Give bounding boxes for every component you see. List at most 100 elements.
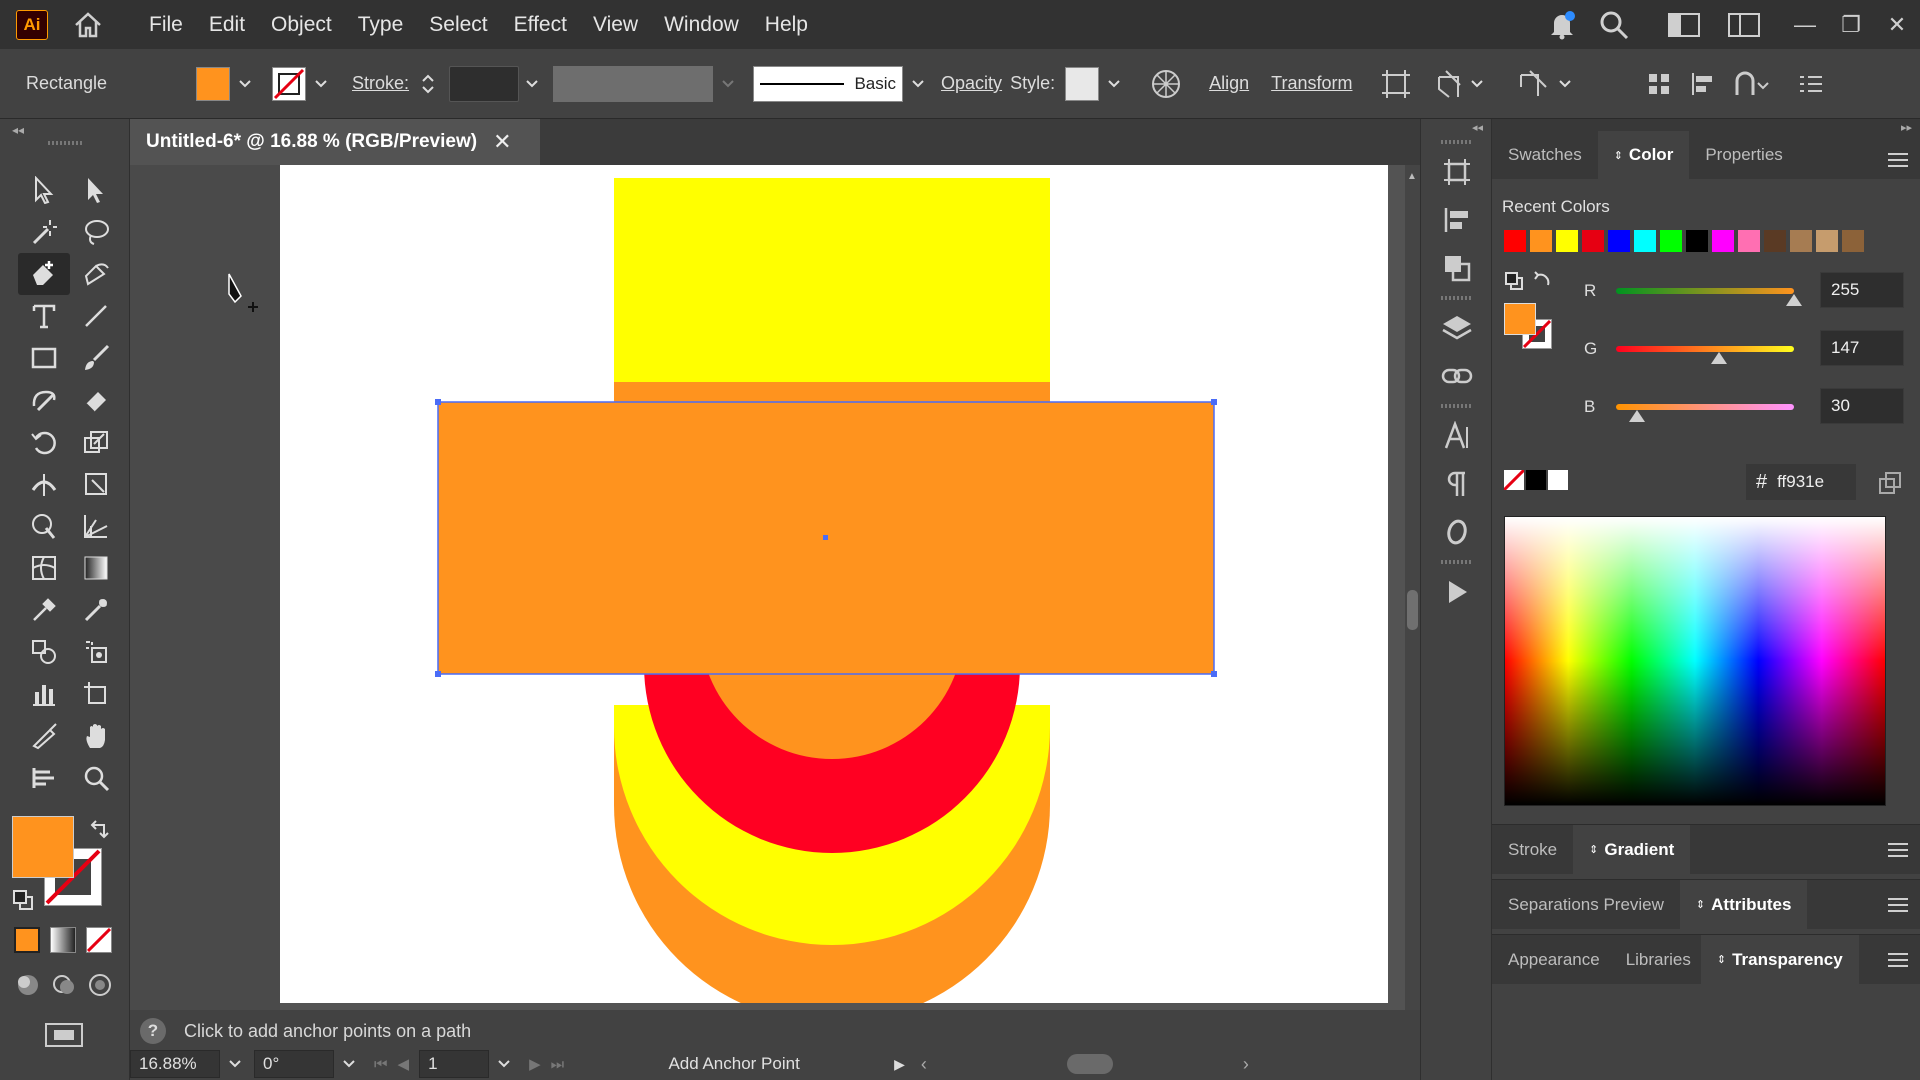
fill-swatch[interactable]: [196, 66, 230, 101]
opentype-panel-icon[interactable]: [1421, 508, 1493, 556]
tab-color[interactable]: ⇕ Color: [1597, 131, 1690, 179]
stroke-weight-dropdown-icon[interactable]: [523, 75, 541, 93]
recent-color-swatch[interactable]: [1790, 230, 1812, 252]
default-fill-stroke-icon[interactable]: [12, 889, 34, 916]
app-logo[interactable]: Ai: [16, 9, 48, 40]
recent-color-swatch[interactable]: [1816, 230, 1838, 252]
none-mode-icon[interactable]: [86, 927, 112, 953]
close-window-button[interactable]: ✕: [1874, 5, 1920, 45]
panel-menu-icon[interactable]: [1888, 153, 1908, 167]
align-panel-icon[interactable]: [1421, 196, 1493, 244]
expand-dock-icon[interactable]: ◂◂: [1421, 119, 1491, 136]
symbol-sprayer-tool-icon[interactable]: [70, 631, 122, 673]
actions-panel-icon[interactable]: [1421, 568, 1493, 616]
tab-transparency[interactable]: ⇕ Transparency: [1700, 934, 1859, 985]
print-tiling-tool-icon[interactable]: [18, 757, 70, 799]
recent-color-swatch[interactable]: [1842, 230, 1864, 252]
mini-default-colors-icon[interactable]: [1504, 271, 1524, 296]
opacity-link[interactable]: Opacity: [941, 73, 1002, 94]
isolate-selected-icon[interactable]: [1380, 68, 1412, 100]
style-dropdown-icon[interactable]: [1105, 75, 1123, 93]
notification-bell-icon[interactable]: [1542, 5, 1582, 45]
recent-color-swatch[interactable]: [1738, 230, 1760, 252]
character-panel-icon[interactable]: [1421, 412, 1493, 460]
artboard[interactable]: [280, 165, 1388, 1003]
b-value-field[interactable]: 30: [1820, 388, 1904, 424]
rotation-field[interactable]: 0°: [254, 1050, 334, 1078]
profile-dropdown-icon[interactable]: [719, 75, 737, 93]
minimize-button[interactable]: —: [1782, 5, 1828, 45]
curvature-tool-icon[interactable]: [70, 253, 122, 295]
horizontal-scroll-thumb[interactable]: [1066, 1054, 1113, 1074]
draw-behind-icon[interactable]: [50, 972, 78, 1003]
panel-fill-box[interactable]: [1504, 303, 1536, 335]
g-slider-track[interactable]: [1616, 346, 1794, 352]
selection-tool-icon[interactable]: [18, 169, 70, 211]
stroke-swatch[interactable]: [272, 66, 306, 101]
search-icon[interactable]: [1594, 5, 1634, 45]
draw-normal-icon[interactable]: [14, 972, 42, 1003]
collapse-panels-icon[interactable]: ▸▸: [1901, 121, 1912, 134]
r-slider-track[interactable]: [1616, 288, 1794, 294]
recent-color-swatch[interactable]: [1660, 230, 1682, 252]
fill-color-box-front[interactable]: [12, 816, 74, 878]
zoom-tool-icon[interactable]: [70, 757, 122, 799]
hand-tool-icon[interactable]: [70, 715, 122, 757]
rotate-tool-icon[interactable]: [18, 421, 70, 463]
mesh-tool-icon[interactable]: [18, 547, 70, 589]
links-panel-icon[interactable]: [1421, 352, 1493, 400]
scroll-up-icon[interactable]: ▲: [1407, 171, 1417, 182]
brush-dropdown-icon[interactable]: [909, 75, 927, 93]
menu-type[interactable]: Type: [345, 0, 417, 49]
collapse-toolbar-icon[interactable]: ◂◂: [12, 123, 24, 137]
tab-libraries[interactable]: Libraries: [1616, 935, 1701, 985]
gradient-mode-icon[interactable]: [50, 927, 76, 953]
zoom-field[interactable]: 16.88%: [130, 1050, 220, 1078]
paintbrush-tool-icon[interactable]: [70, 337, 122, 379]
menu-window[interactable]: Window: [651, 0, 752, 49]
vertical-scrollbar[interactable]: ▲ ▼: [1405, 165, 1420, 1045]
first-artboard-icon[interactable]: ⏮: [374, 1056, 388, 1073]
artboard-number-field[interactable]: 1: [419, 1050, 490, 1078]
zoom-dropdown-icon[interactable]: [226, 1055, 244, 1073]
selection-handle-br[interactable]: [1211, 671, 1217, 677]
scroll-right-icon[interactable]: ›: [1243, 1054, 1249, 1075]
artboard-dropdown-icon[interactable]: [495, 1055, 513, 1073]
r-slider-thumb[interactable]: [1786, 294, 1802, 306]
graphic-style-swatch[interactable]: [1065, 66, 1100, 101]
layers-panel-icon[interactable]: [1421, 304, 1493, 352]
menu-object[interactable]: Object: [258, 0, 345, 49]
envelope-distort-icon[interactable]: [1434, 68, 1468, 100]
blend-tool-icon[interactable]: [18, 631, 70, 673]
tab-separations-preview[interactable]: Separations Preview: [1492, 880, 1680, 930]
web-safe-color-icon[interactable]: [1878, 471, 1902, 500]
toolbar-grip[interactable]: [48, 141, 82, 145]
gradient-tool-icon[interactable]: [70, 547, 122, 589]
shape-builder-tool-icon[interactable]: [18, 505, 70, 547]
recent-color-swatch[interactable]: [1582, 230, 1604, 252]
menu-help[interactable]: Help: [752, 0, 821, 49]
stroke-weight-stepper[interactable]: [417, 66, 439, 102]
menu-edit[interactable]: Edit: [196, 0, 258, 49]
menu-select[interactable]: Select: [416, 0, 500, 49]
direct-selection-tool-icon[interactable]: [70, 169, 122, 211]
menu-view[interactable]: View: [580, 0, 651, 49]
recolor-artwork-icon[interactable]: [1149, 67, 1183, 101]
measure-tool-icon[interactable]: [70, 589, 122, 631]
help-icon[interactable]: ?: [140, 1018, 166, 1044]
next-artboard-icon[interactable]: ▶: [529, 1055, 541, 1073]
transform-link[interactable]: Transform: [1271, 73, 1352, 94]
color-mode-icon[interactable]: [14, 927, 40, 953]
control-bar-menu-icon[interactable]: [1796, 69, 1826, 99]
rectangle-tool-icon[interactable]: [18, 337, 70, 379]
menu-effect[interactable]: Effect: [501, 0, 580, 49]
recent-color-swatch[interactable]: [1686, 230, 1708, 252]
eyedropper-tool-icon[interactable]: [18, 589, 70, 631]
tab-properties[interactable]: Properties: [1689, 131, 1798, 179]
document-tab[interactable]: Untitled-6* @ 16.88 % (RGB/Preview) ✕: [130, 119, 540, 165]
g-value-field[interactable]: 147: [1820, 330, 1904, 366]
b-slider-thumb[interactable]: [1629, 410, 1645, 422]
panel-options-toggle-icon[interactable]: ⇕: [1614, 149, 1623, 162]
magic-wand-tool-icon[interactable]: [18, 211, 70, 253]
brush-definition[interactable]: Basic: [753, 65, 904, 102]
